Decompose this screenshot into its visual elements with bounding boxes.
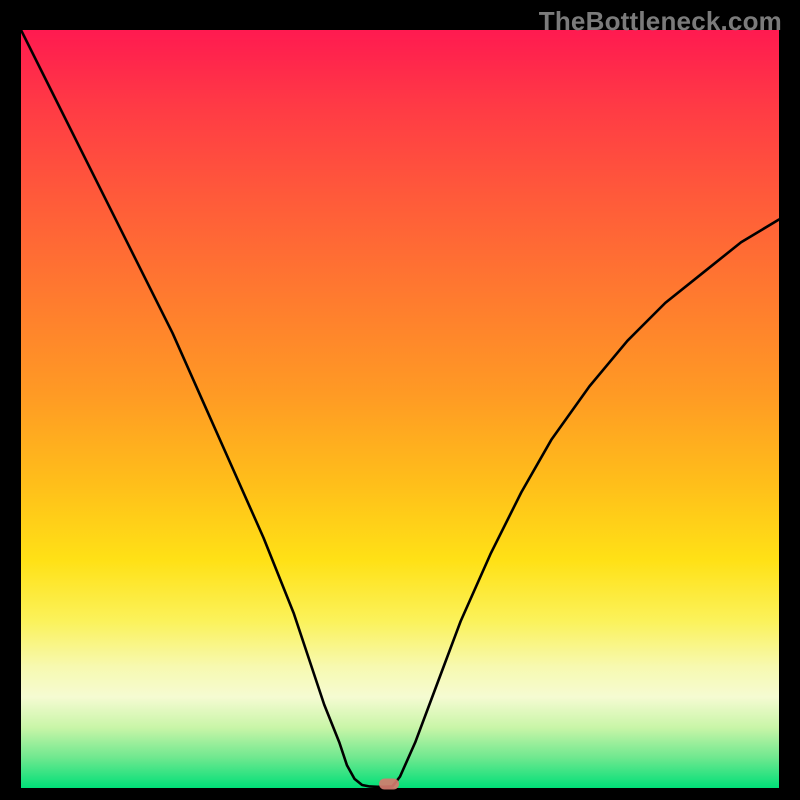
optimal-marker: [379, 779, 399, 790]
plot-area: [21, 30, 779, 788]
watermark-text: TheBottleneck.com: [539, 6, 782, 37]
bottleneck-curve: [21, 30, 779, 788]
curve-path: [21, 30, 779, 787]
chart-root: TheBottleneck.com: [0, 0, 800, 800]
